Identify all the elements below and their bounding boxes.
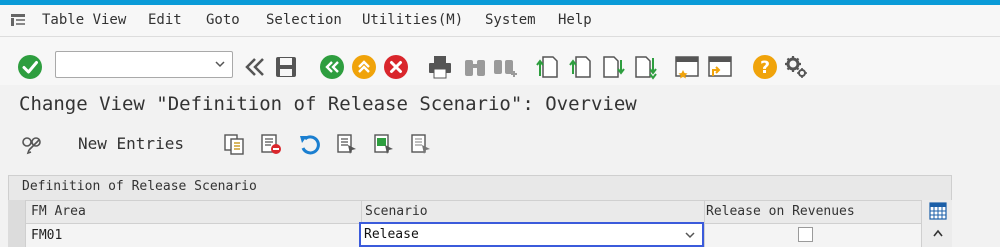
print-icon[interactable] <box>427 54 453 80</box>
create-session-icon[interactable] <box>674 54 700 80</box>
scenario-dropdown[interactable]: Release <box>359 222 704 247</box>
copy-as-icon[interactable] <box>223 133 245 155</box>
menu-item-goto[interactable]: Goto <box>206 12 240 28</box>
row-selector-column[interactable] <box>8 200 26 247</box>
delete-icon[interactable] <box>260 133 282 155</box>
column-header-fm-area[interactable]: FM Area <box>31 204 86 219</box>
chevron-down-icon[interactable] <box>684 229 696 241</box>
find-next-icon[interactable] <box>492 54 518 80</box>
select-block-icon[interactable] <box>373 133 395 155</box>
last-page-icon[interactable] <box>632 54 658 80</box>
command-field[interactable] <box>55 51 233 78</box>
back-icon[interactable] <box>319 54 345 80</box>
undo-icon[interactable] <box>298 133 320 155</box>
next-page-icon[interactable] <box>600 54 626 80</box>
enter-icon[interactable] <box>17 54 43 80</box>
column-header-scenario[interactable]: Scenario <box>365 204 428 219</box>
create-shortcut-icon[interactable] <box>707 54 733 80</box>
command-input[interactable] <box>60 53 214 78</box>
menu-item-utilities[interactable]: Utilities(M) <box>362 12 463 28</box>
menu-item-help[interactable]: Help <box>558 12 592 28</box>
column-separator[interactable] <box>704 200 705 247</box>
first-page-icon[interactable] <box>535 54 561 80</box>
svg-text:?: ? <box>760 58 770 78</box>
menu-item-edit[interactable]: Edit <box>148 12 182 28</box>
table-title: Definition of Release Scenario <box>22 179 257 194</box>
find-icon[interactable] <box>462 54 488 80</box>
menu-item-system[interactable]: System <box>485 12 536 28</box>
previous-page-icon[interactable] <box>568 54 594 80</box>
release-on-revenues-checkbox[interactable] <box>798 227 813 242</box>
deselect-all-icon[interactable] <box>410 133 432 155</box>
exit-icon[interactable] <box>351 54 377 80</box>
column-header-release-on-revenues[interactable]: Release on Revenues <box>706 204 855 219</box>
help-icon[interactable]: ? <box>752 54 778 80</box>
back-double-icon[interactable] <box>242 54 268 80</box>
display-change-icon[interactable] <box>21 133 43 155</box>
table-settings-icon[interactable] <box>929 202 947 220</box>
page-title: Change View "Definition of Release Scena… <box>19 93 637 115</box>
chevron-down-icon[interactable] <box>214 58 226 70</box>
menu-item-table-view[interactable]: Table View <box>42 12 126 28</box>
menu-item-selection[interactable]: Selection <box>266 12 342 28</box>
cancel-icon[interactable] <box>383 54 409 80</box>
customize-layout-icon[interactable] <box>783 54 809 80</box>
save-icon[interactable] <box>273 54 299 80</box>
system-menu-icon[interactable] <box>10 13 26 27</box>
cell-fm-area: FM01 <box>31 228 63 243</box>
new-entries-button[interactable]: New Entries <box>78 134 184 153</box>
select-all-icon[interactable] <box>336 133 358 155</box>
scroll-up-icon[interactable] <box>931 228 945 238</box>
scenario-value: Release <box>364 227 419 242</box>
